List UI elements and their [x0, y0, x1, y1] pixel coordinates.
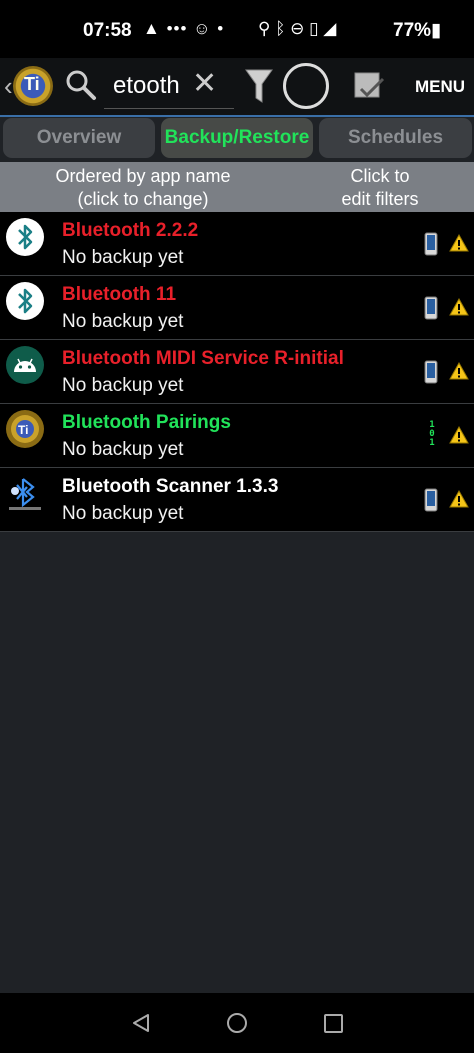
filter-header: Ordered by app name (click to change) Cl… [0, 162, 474, 212]
bluetooth-icon [6, 282, 44, 320]
dot-icon: • [217, 19, 225, 38]
warning-icon [449, 426, 469, 444]
warning-icon [449, 490, 469, 508]
list-item[interactable]: Bluetooth MIDI Service R-initial No back… [0, 340, 474, 404]
location-pin-icon: ⚲ [258, 19, 271, 38]
nav-back-icon[interactable] [131, 1013, 151, 1033]
phone-icon [424, 232, 438, 256]
app-name: Bluetooth 2.2.2 [62, 220, 199, 241]
filter-funnel-icon[interactable] [244, 66, 274, 106]
warning-icon [449, 298, 469, 316]
more-dots-icon: ••• [166, 19, 188, 38]
status-bar: 07:58 ▲ ••• ☺ • ⚲ ᛒ ⊖ ▯ ◢ 77%▮ [0, 0, 474, 58]
titanium-logo-icon[interactable]: Ti [13, 66, 53, 106]
tab-schedules[interactable]: Schedules [319, 118, 472, 158]
signal-5g-icon: ◢ [323, 19, 337, 38]
back-chevron-icon[interactable]: ‹ [4, 71, 13, 102]
nav-home-icon[interactable] [227, 1013, 247, 1033]
list-item[interactable]: Bluetooth Scanner 1.3.3 No backup yet [0, 468, 474, 532]
android-icon [6, 346, 44, 384]
phone-icon [424, 488, 438, 512]
search-icon[interactable] [64, 68, 98, 102]
search-input-value: etooth [113, 72, 180, 99]
list-item[interactable]: Bluetooth 11 No backup yet [0, 276, 474, 340]
tab-backup-restore[interactable]: Backup/Restore [161, 118, 313, 158]
backup-status: No backup yet [62, 375, 184, 396]
bluetooth-status-icon: ᛒ [275, 19, 286, 38]
status-time: 07:58 [83, 20, 132, 41]
battery-icon: ▮ [431, 20, 442, 41]
nav-recents-icon[interactable] [324, 1014, 343, 1033]
titanium-icon: Ti [6, 410, 44, 448]
list-item[interactable]: Ti Bluetooth Pairings No backup yet 101 [0, 404, 474, 468]
progress-ring-icon [283, 63, 329, 109]
tab-overview[interactable]: Overview [3, 118, 155, 158]
sort-order-button[interactable]: Ordered by app name (click to change) [18, 165, 268, 211]
status-icons-left: ▲ ••• ☺ • [143, 19, 224, 39]
bluetooth-discover-icon [5, 473, 45, 513]
app-name: Bluetooth MIDI Service R-initial [62, 348, 344, 369]
waze-icon: ☺ [193, 19, 212, 38]
navigation-arrow-icon: ▲ [143, 19, 161, 38]
binary-data-icon: 101 [429, 420, 435, 448]
batch-select-icon[interactable] [353, 71, 385, 103]
warning-icon [449, 362, 469, 380]
app-list: Bluetooth 2.2.2 No backup yet Bluetooth … [0, 212, 474, 532]
search-input[interactable]: etooth ✕ [104, 64, 234, 109]
menu-button[interactable]: MENU [415, 77, 465, 97]
tab-bar: Overview Backup/Restore Schedules [0, 117, 474, 161]
do-not-disturb-icon: ⊖ [290, 19, 305, 38]
phone-icon [424, 360, 438, 384]
phone-icon [424, 296, 438, 320]
backup-status: No backup yet [62, 439, 184, 460]
app-toolbar: ‹ Ti etooth ✕ MENU [0, 58, 474, 117]
clear-search-icon[interactable]: ✕ [192, 66, 217, 101]
list-item[interactable]: Bluetooth 2.2.2 No backup yet [0, 212, 474, 276]
status-icons-right: ⚲ ᛒ ⊖ ▯ ◢ [258, 19, 336, 39]
app-name: Bluetooth 11 [62, 284, 177, 305]
vibrate-icon: ▯ [309, 19, 319, 38]
bluetooth-icon [6, 218, 44, 256]
backup-status: No backup yet [62, 503, 184, 524]
backup-status: No backup yet [62, 311, 184, 332]
svg-text:Ti: Ti [18, 423, 28, 437]
battery-level: 77%▮ [393, 20, 442, 41]
app-name: Bluetooth Pairings [62, 412, 231, 433]
warning-icon [449, 234, 469, 252]
system-nav-bar [0, 993, 474, 1053]
backup-status: No backup yet [62, 247, 184, 268]
app-name: Bluetooth Scanner 1.3.3 [62, 476, 279, 497]
edit-filters-button[interactable]: Click to edit filters [318, 165, 442, 211]
